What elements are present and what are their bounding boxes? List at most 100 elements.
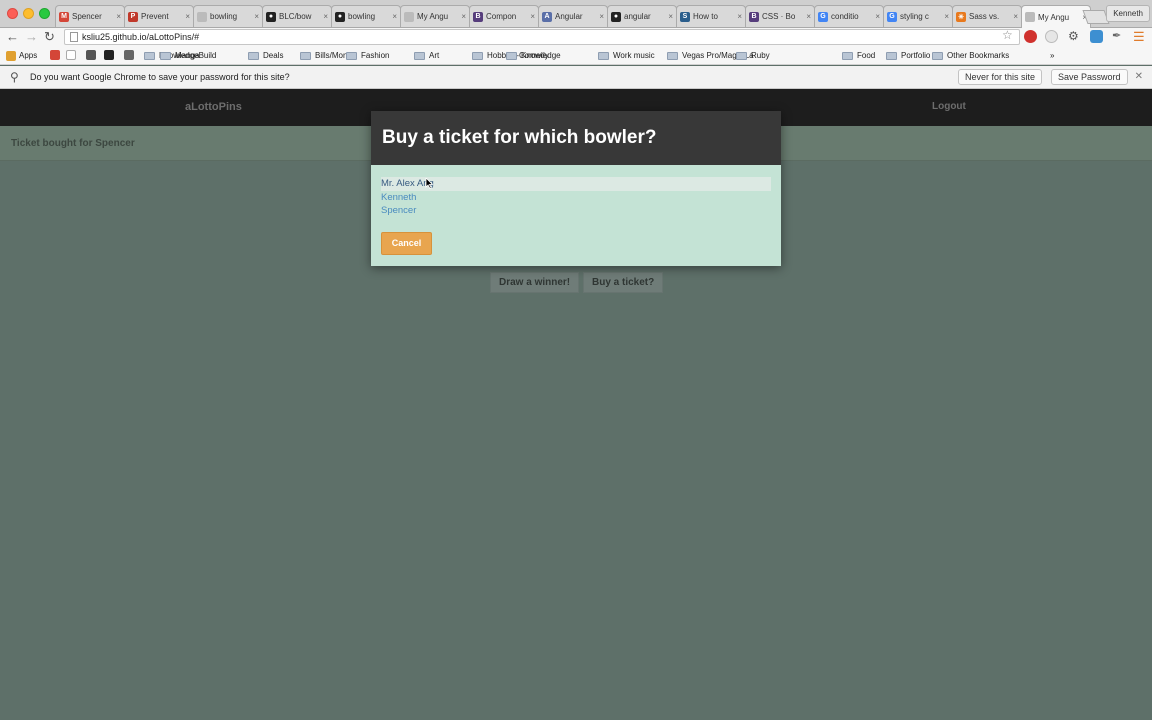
cancel-button[interactable]: Cancel: [381, 232, 432, 255]
tab-title: conditio: [831, 12, 859, 21]
bookmark-item[interactable]: Ruby: [736, 50, 770, 61]
bookmark-item[interactable]: Knowledge: [506, 50, 561, 61]
tools-extension-icon[interactable]: ✒: [1112, 30, 1125, 43]
close-tab-icon[interactable]: ×: [599, 12, 604, 21]
browser-tab[interactable]: ● bowling ×: [331, 5, 401, 27]
folder-icon: [667, 51, 678, 60]
bookmark-label: Art: [429, 51, 440, 60]
stack-icon: P: [128, 11, 138, 22]
draw-winner-button[interactable]: Draw a winner!: [490, 272, 580, 293]
close-tab-icon[interactable]: ×: [530, 12, 535, 21]
google-icon: G: [818, 11, 828, 22]
browser-tab[interactable]: P Prevent ×: [124, 5, 194, 27]
more-bookmarks-chevron-icon[interactable]: »: [1050, 50, 1054, 61]
screen-capture-extension-icon[interactable]: [1090, 30, 1103, 43]
bm-icon: [124, 50, 134, 60]
close-tab-icon[interactable]: ×: [944, 12, 949, 21]
bookmark-item[interactable]: Art: [414, 50, 439, 61]
never-for-this-site-button[interactable]: Never for this site: [958, 69, 1043, 85]
browser-tab[interactable]: A Angular ×: [538, 5, 608, 27]
tab-title: Compon: [486, 12, 517, 21]
bookmark-item[interactable]: Other Bookmarks: [932, 50, 1009, 61]
bowler-option[interactable]: Kenneth: [381, 191, 771, 205]
tab-title: Spencer: [72, 12, 102, 21]
bookmark-item[interactable]: Deals: [248, 50, 283, 61]
close-window-button[interactable]: [7, 8, 18, 19]
extension-icon[interactable]: [1045, 30, 1058, 43]
doc-icon: A: [542, 11, 552, 22]
browser-tab[interactable]: My Angu×: [400, 5, 470, 27]
tab-title: bowling: [210, 12, 238, 21]
bookmark-item[interactable]: Manga: [160, 50, 199, 61]
mouse-cursor-icon: [425, 178, 434, 189]
bookmark-label: Fashion: [361, 51, 390, 60]
gmail-icon: M: [59, 11, 69, 22]
tab-title: Sass vs.: [969, 12, 1000, 21]
bowler-option[interactable]: Mr. Alex Ang: [381, 177, 771, 191]
close-tab-icon[interactable]: ×: [392, 12, 397, 21]
profile-button[interactable]: Kenneth: [1106, 5, 1150, 22]
bookmark-item[interactable]: Fashion: [346, 50, 389, 61]
tab-title: How to: [693, 12, 718, 21]
bookmark-item[interactable]: Work music: [598, 50, 655, 61]
browser-tab[interactable]: B CSS · Bo ×: [745, 5, 815, 27]
bookmark-item[interactable]: [86, 50, 99, 60]
back-arrow-icon[interactable]: ←: [6, 29, 19, 44]
bookmark-star-icon[interactable]: ☆: [1002, 28, 1013, 43]
bookmark-item[interactable]: [104, 50, 117, 60]
bookmark-item[interactable]: Portfolio: [886, 50, 930, 61]
browser-tab[interactable]: Gconditio ×: [814, 5, 884, 27]
browser-tab[interactable]: S How to ×: [676, 5, 746, 27]
chrome-menu-icon[interactable]: ☰: [1133, 30, 1146, 43]
folder-icon: [248, 51, 259, 60]
browser-tab-bar: M Spencer × P Prevent × bowling × ● BLC/bow × ● bowl…: [0, 0, 1152, 28]
address-bar[interactable]: ksliu25.github.io/aLottoPins/#: [64, 29, 1020, 45]
bowler-option[interactable]: Spencer: [381, 204, 771, 218]
browser-tab[interactable]: ✳ Sass vs. ×: [952, 5, 1022, 27]
browser-tab[interactable]: B Compon ×: [469, 5, 539, 27]
reload-icon[interactable]: ↻: [44, 29, 55, 44]
close-tab-icon[interactable]: ×: [737, 12, 742, 21]
forward-arrow-icon[interactable]: →: [25, 29, 38, 44]
close-tab-icon[interactable]: ×: [254, 12, 259, 21]
close-icon[interactable]: ✕: [1135, 71, 1143, 82]
buy-ticket-button[interactable]: Buy a ticket?: [583, 272, 664, 293]
folder-icon: [598, 51, 609, 60]
tab-title: Prevent: [141, 12, 169, 21]
bookmark-item[interactable]: [124, 50, 137, 60]
bookmark-item[interactable]: [50, 50, 63, 60]
bookmark-item[interactable]: [66, 50, 79, 60]
folder-icon: [346, 51, 357, 60]
close-tab-icon[interactable]: ×: [461, 12, 466, 21]
browser-tab[interactable]: ● BLC/bow ×: [262, 5, 332, 27]
browser-tab[interactable]: bowling ×: [193, 5, 263, 27]
bookmark-label: Ruby: [751, 51, 770, 60]
close-tab-icon[interactable]: ×: [116, 12, 121, 21]
close-tab-icon[interactable]: ×: [185, 12, 190, 21]
bookmark-item[interactable]: Apps: [6, 50, 37, 61]
modal-header: Buy a ticket for which bowler?: [371, 111, 781, 165]
browser-tab[interactable]: M Spencer ×: [55, 5, 125, 27]
person-icon: [86, 50, 96, 60]
browser-tab[interactable]: My Angu×: [1021, 5, 1091, 28]
close-tab-icon[interactable]: ×: [1013, 12, 1018, 21]
browser-tab[interactable]: Gstyling c ×: [883, 5, 953, 27]
save-password-button[interactable]: Save Password: [1051, 69, 1128, 85]
tab-title: CSS · Bo: [762, 12, 796, 21]
logout-link[interactable]: Logout: [932, 101, 966, 112]
zoom-window-button[interactable]: [39, 8, 50, 19]
browser-tab[interactable]: ● angular ×: [607, 5, 677, 27]
bookmark-item[interactable]: Food: [842, 50, 875, 61]
close-tab-icon[interactable]: ×: [806, 12, 811, 21]
minimize-window-button[interactable]: [23, 8, 34, 19]
bookmark-label: Deals: [263, 51, 284, 60]
app-brand[interactable]: aLottoPins: [185, 101, 242, 113]
close-tab-icon[interactable]: ×: [668, 12, 673, 21]
apps-icon: [6, 50, 16, 61]
github-icon: ●: [266, 11, 276, 22]
close-tab-icon[interactable]: ×: [323, 12, 328, 21]
gear-icon[interactable]: ⚙: [1068, 30, 1081, 43]
adblock-extension-icon[interactable]: [1024, 30, 1037, 43]
close-tab-icon[interactable]: ×: [875, 12, 880, 21]
bookmarks-bar: Apps KnowledgeBuild Manga Deals Bills/Money F…: [0, 46, 1152, 65]
